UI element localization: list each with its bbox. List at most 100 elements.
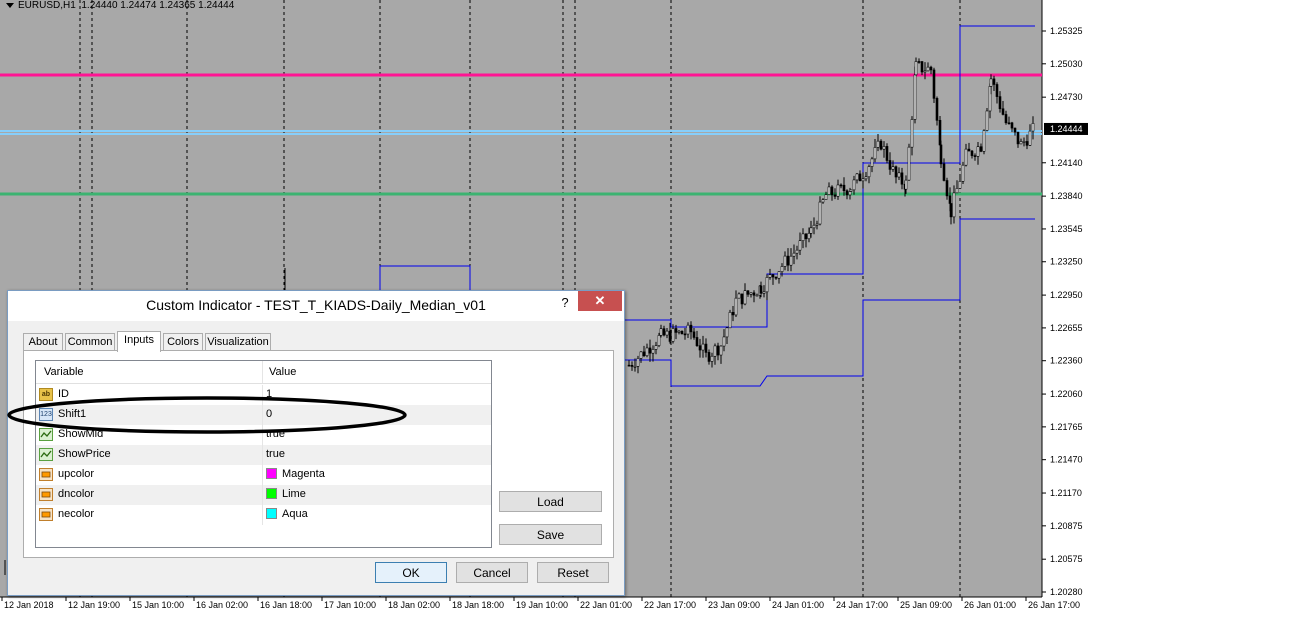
candle-body [789,255,793,266]
help-button[interactable]: ? [555,295,575,313]
price-tick-label: 1.21765 [1050,422,1083,432]
input-row-showprice[interactable]: ShowPrice true [36,445,491,465]
candle-body [830,186,834,196]
candle-body [891,166,895,170]
input-value[interactable]: Magenta [266,468,325,480]
candle-body [716,345,720,356]
time-tick-label: 22 Jan 01:00 [580,600,632,610]
candle-body [982,130,986,152]
candle-body [749,292,753,295]
price-tick-label: 1.23840 [1050,191,1083,201]
candle-body [636,358,640,367]
candle-body [888,160,892,170]
candle-body [777,271,781,279]
candle-body [630,365,634,367]
input-row-dncolor[interactable]: dncolor Lime [36,485,491,505]
cell-divider [262,505,263,525]
input-row-necolor[interactable]: necolor Aqua [36,505,491,525]
candle-body [818,201,822,225]
price-tick-label: 1.21470 [1050,455,1083,465]
candle-body [683,333,687,336]
time-tick-label: 15 Jan 10:00 [132,600,184,610]
candle-body [907,146,911,181]
cancel-button[interactable]: Cancel [456,562,528,583]
candle-body [849,189,853,192]
candle-body [864,176,868,180]
dialog-titlebar[interactable]: Custom Indicator - TEST_T_KIADS-Daily_Me… [8,291,624,321]
time-tick-label: 26 Jan 01:00 [964,600,1016,610]
candle-body [771,274,775,278]
candle-body [955,188,959,194]
candle-body [1013,127,1017,133]
column-header-variable[interactable]: Variable [44,366,84,378]
candle-body [992,78,996,85]
candle-body [662,328,666,336]
column-header-value[interactable]: Value [269,366,296,378]
color-swatch [266,508,277,519]
candle-body [852,179,856,191]
color-name: Magenta [282,468,325,480]
time-tick-label: 18 Jan 18:00 [452,600,504,610]
close-button[interactable]: ✕ [578,291,622,311]
cell-divider [262,485,263,505]
cell-divider [262,445,263,465]
price-tick-label: 1.21170 [1050,488,1082,498]
candle-body [935,98,939,121]
tab-common[interactable]: Common [65,333,115,350]
time-tick-label: 24 Jan 01:00 [772,600,824,610]
input-name: upcolor [58,468,95,480]
candle-body [833,194,837,197]
candle-body [809,227,813,234]
input-value[interactable]: Aqua [266,508,308,520]
candle-body [657,335,661,346]
candle-body [900,172,904,185]
candle-body [1010,122,1014,129]
candle-body [876,140,880,148]
price-tick-label: 1.22060 [1050,389,1083,399]
candle-body [668,330,672,342]
candle-body [801,233,805,241]
candle-body [842,184,846,192]
candle-body [855,173,859,181]
custom-indicator-dialog: Custom Indicator - TEST_T_KIADS-Daily_Me… [7,290,625,596]
tab-visualization[interactable]: Visualization [205,333,271,350]
candle-body [1022,141,1026,143]
reset-button[interactable]: Reset [537,562,609,583]
candle-body [759,285,763,294]
candle-body [824,194,828,200]
candle-body [698,345,702,351]
load-button[interactable]: Load [499,491,602,512]
input-value[interactable]: true [266,448,285,460]
candle-body [861,178,865,182]
candle-body [755,294,759,297]
candle-body [1028,130,1032,146]
time-tick-label: 17 Jan 10:00 [324,600,376,610]
price-tick-label: 1.25325 [1050,26,1083,36]
candle-body [671,328,675,342]
input-value[interactable]: Lime [266,488,306,500]
candle-body [1016,131,1020,145]
tab-inputs[interactable]: Inputs [117,331,161,352]
candle-body [783,255,787,267]
column-divider[interactable] [262,361,263,383]
candle-body [1004,114,1008,124]
candle-body [904,179,908,190]
candle-body [964,148,968,166]
time-tick-label: 25 Jan 09:00 [900,600,952,610]
tab-about[interactable]: About [23,333,63,350]
candle-body [648,347,652,354]
candle-body [725,327,729,338]
save-button[interactable]: Save [499,524,602,545]
input-row-upcolor[interactable]: upcolor Magenta [36,465,491,485]
input-name: dncolor [58,488,95,500]
candle-body [740,293,744,305]
ok-button[interactable]: OK [375,562,447,583]
tab-colors[interactable]: Colors [163,333,203,350]
candle-body [932,69,936,99]
highlight-ellipse [7,396,407,434]
input-name: necolor [58,508,95,520]
candle-body [713,345,717,357]
price-tick-label: 1.20575 [1050,554,1083,564]
chart-menu-arrow-icon[interactable] [6,2,14,8]
inputs-grid[interactable]: Variable Value ab ID 1 123 Shift1 0 Show… [35,360,492,548]
